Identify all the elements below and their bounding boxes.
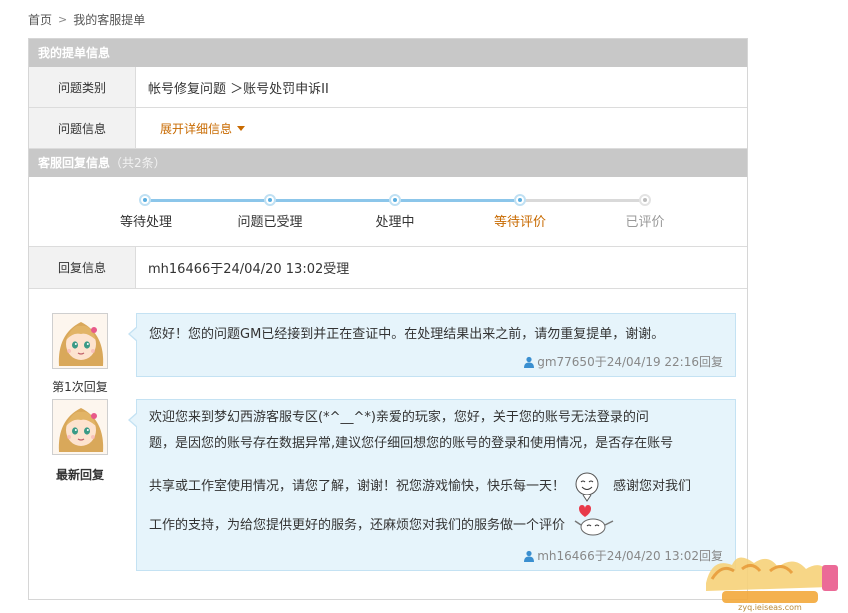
reply-line-2: 题，是因您的账号存在数据异常,建议您仔细回想您的账号的登录和使用情况，是否存在账… (149, 436, 674, 451)
ticket-section-header: 我的提单信息 (29, 39, 747, 67)
progress-track-remaining (520, 199, 645, 202)
step-label-accepted: 问题已受理 (237, 215, 303, 230)
breadcrumb-current: 我的客服提单 (73, 13, 146, 27)
watermark-logo-icon: zyq.ieiseas.com (706, 557, 838, 612)
reply-meta-first-text: gm77650于24/04/19 22:16回复 (537, 355, 723, 369)
reply-spacer-2 (149, 503, 723, 513)
expand-details-label: 展开详细信息 (160, 121, 233, 136)
step-dot-5 (639, 194, 651, 206)
user-icon (524, 356, 535, 368)
step-dot-4 (514, 194, 526, 206)
step-label-waiting: 等待处理 (119, 215, 173, 230)
reply-text-latest: 欢迎您来到梦幻西游客服专区(*^__^*)亲爱的玩家，您好，关于您的账号无法登录… (137, 400, 735, 539)
heart-emoticon-icon (574, 505, 614, 536)
progress-track-done (145, 199, 520, 202)
ticket-section-title: 我的提单信息 (38, 46, 111, 60)
step-label-reviewed: 已评价 (625, 215, 665, 230)
reply-section-header: 客服回复信息（共2条） (29, 149, 747, 177)
smiley-emoticon-icon (575, 472, 599, 502)
breadcrumb-home-link[interactable]: 首页 (28, 11, 52, 28)
watermark-url: zyq.ieiseas.com (738, 603, 802, 612)
reply-info-value: mh16466于24/04/20 13:02受理 (148, 262, 350, 277)
reply-list: 第1次回复 您好！您的问题GM已经接到并正在查证中。在处理结果出来之前，请勿重复… (29, 289, 747, 599)
girl-avatar-icon (53, 314, 107, 368)
reply-text-first: 您好！您的问题GM已经接到并正在查证中。在处理结果出来之前，请勿重复提单，谢谢。 (149, 327, 665, 342)
reply-section-title: 客服回复信息 (38, 156, 111, 170)
info-value: 展开详细信息 (136, 108, 747, 148)
caret-down-icon (237, 125, 246, 131)
category-value: 帐号修复问题 ＞账号处罚申诉II (148, 81, 329, 97)
reply-line-4-text: 工作的支持，为给您提供更好的服务，还麻烦您对我们的服务做一个评价 (149, 518, 566, 533)
reply-count: （共2条） (110, 156, 166, 170)
reply-caption-first: 第1次回复 (52, 380, 108, 394)
step-dot-2 (264, 194, 276, 206)
reply-bubble-first: 您好！您的问题GM已经接到并正在查证中。在处理结果出来之前，请勿重复提单，谢谢。… (128, 313, 736, 377)
category-row: 问题类别 帐号修复问题 ＞账号处罚申诉II (29, 67, 747, 108)
breadcrumb: 首页 > 我的客服提单 (28, 11, 145, 28)
info-label: 问题信息 (29, 108, 136, 148)
avatar (52, 313, 108, 369)
ticket-panel: 我的提单信息 问题类别 帐号修复问题 ＞账号处罚申诉II 问题信息 展开详细信息… (28, 38, 748, 600)
step-label-processing: 处理中 (375, 215, 415, 230)
user-icon (524, 550, 535, 562)
breadcrumb-separator-icon: > (58, 13, 68, 26)
expand-details-link[interactable]: 展开详细信息 (160, 120, 246, 137)
reply-info-label: 回复信息 (29, 247, 136, 288)
reply-line-1: 欢迎您来到梦幻西游客服专区(*^__^*)亲爱的玩家，您好，关于您的账号无法登录… (149, 410, 649, 425)
reply-meta-latest: mh16466于24/04/20 13:02回复 (523, 547, 723, 564)
reply-meta-latest-text: mh16466于24/04/20 13:02回复 (537, 549, 723, 563)
step-dot-1 (139, 194, 151, 206)
girl-avatar-icon (53, 400, 107, 454)
reply-bubble-latest: 欢迎您来到梦幻西游客服专区(*^__^*)亲爱的玩家，您好，关于您的账号无法登录… (128, 399, 736, 571)
reply-line-3-text: 共享或工作室使用情况，请您了解，谢谢！祝您游戏愉快，快乐每一天！ (149, 479, 566, 494)
reply-caption-latest: 最新回复 (55, 468, 104, 482)
reply-spacer (149, 457, 723, 471)
progress-tracker: 等待处理 问题已受理 处理中 等待评价 已评价 (29, 177, 747, 247)
step-label-awaiting-review: 等待评价 (493, 215, 547, 230)
reply-info-row: 回复信息 mh16466于24/04/20 13:02受理 (29, 247, 747, 289)
category-label: 问题类别 (29, 67, 136, 107)
game-logo-watermark: zyq.ieiseas.com (698, 543, 848, 613)
reply-line-3b-text: 感谢您对我们 (613, 479, 692, 494)
reply-line-4: 工作的支持，为给您提供更好的服务，还麻烦您对我们的服务做一个评价 (149, 505, 723, 539)
avatar (52, 399, 108, 455)
reply-meta-first: gm77650于24/04/19 22:16回复 (523, 353, 723, 370)
step-dot-3 (389, 194, 401, 206)
info-row: 问题信息 展开详细信息 (29, 108, 747, 149)
reply-line-3: 共享或工作室使用情况，请您了解，谢谢！祝您游戏愉快，快乐每一天！ 感谢您对我们 (149, 471, 723, 503)
